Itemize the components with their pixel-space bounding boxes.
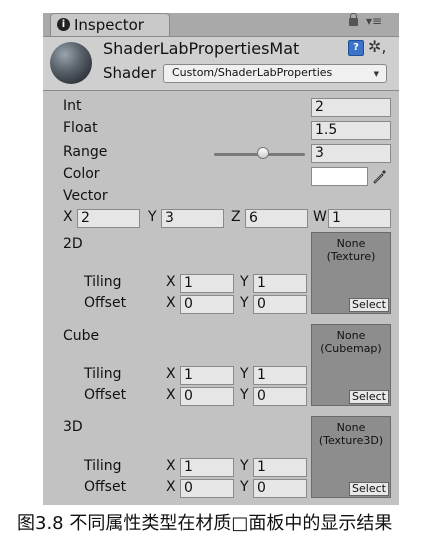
vector-w-field[interactable]: 1 <box>328 209 391 228</box>
texture-3d-tiling-x-field[interactable]: 1 <box>180 458 234 477</box>
vector-z-field[interactable]: 6 <box>245 209 308 228</box>
cube-tiling-x-field[interactable]: 1 <box>180 366 234 385</box>
cube-offset-y-label: Y <box>240 387 249 403</box>
texture-3d-tiling-label: Tiling <box>84 458 122 474</box>
shader-dropdown-value: Custom/ShaderLabProperties <box>172 66 333 79</box>
color-swatch[interactable] <box>311 167 368 186</box>
texture-3d-select-button[interactable]: Select <box>349 482 389 496</box>
material-name: ShaderLabPropertiesMat <box>103 39 300 58</box>
cubemap-slot-line2: (Cubemap) <box>320 342 382 355</box>
shader-label: Shader <box>103 64 157 82</box>
cube-tiling-label: Tiling <box>84 366 122 382</box>
texture-2d-tiling-x-field[interactable]: 1 <box>180 274 234 293</box>
texture-3d-slot-line2: (Texture3D) <box>318 434 384 447</box>
float-field[interactable]: 1.5 <box>311 121 391 140</box>
texture-2d-offset-y-field[interactable]: 0 <box>253 295 307 314</box>
texture-2d-offset-x-field[interactable]: 0 <box>180 295 234 314</box>
cube-offset-y-field[interactable]: 0 <box>253 387 307 406</box>
cube-tiling-y-label: Y <box>240 366 249 382</box>
cube-tiling-y-field[interactable]: 1 <box>253 366 307 385</box>
range-slider-thumb[interactable] <box>257 147 269 159</box>
texture-2d-tiling-x-label: X <box>166 274 176 290</box>
texture-2d-offset-y-label: Y <box>240 295 249 311</box>
tab-inspector[interactable]: i Inspector <box>50 13 170 36</box>
texture-3d-slot[interactable]: None (Texture3D) Select <box>311 416 391 498</box>
texture-2d-slot-line1: None <box>336 237 366 250</box>
cube-label: Cube <box>63 328 100 344</box>
info-icon: i <box>57 18 70 31</box>
texture-2d-label: 2D <box>63 236 83 252</box>
texture-3d-tiling-y-field[interactable]: 1 <box>253 458 307 477</box>
float-label: Float <box>63 120 98 136</box>
material-preview <box>50 42 92 84</box>
texture-2d-select-button[interactable]: Select <box>349 298 389 312</box>
texture-2d-tiling-y-field[interactable]: 1 <box>253 274 307 293</box>
vector-y-label: Y <box>148 209 157 225</box>
tab-label: Inspector <box>74 16 144 34</box>
cube-tiling-x-label: X <box>166 366 176 382</box>
vector-x-field[interactable]: 2 <box>77 209 140 228</box>
color-label: Color <box>63 166 100 182</box>
texture-2d-offset-x-label: X <box>166 295 176 311</box>
vector-x-label: X <box>63 209 73 225</box>
cube-offset-x-field[interactable]: 0 <box>180 387 234 406</box>
cubemap-slot-line1: None <box>336 329 366 342</box>
lock-icon[interactable] <box>349 13 358 26</box>
menu-icon[interactable]: ▾≡ <box>366 14 382 28</box>
texture-3d-label: 3D <box>63 419 83 435</box>
int-label: Int <box>63 98 82 114</box>
chevron-down-icon: ▼ <box>373 70 379 78</box>
texture-2d-slot-line2: (Texture) <box>326 250 376 263</box>
cubemap-slot[interactable]: None (Cubemap) Select <box>311 324 391 406</box>
int-field[interactable]: 2 <box>311 98 391 117</box>
texture-2d-tiling-y-label: Y <box>240 274 249 290</box>
eyedropper-icon[interactable] <box>371 167 389 185</box>
texture-3d-offset-y-label: Y <box>240 479 249 495</box>
figure-caption: 图3.8 不同属性类型在材质□面板中的显示结果 <box>17 513 393 534</box>
vector-label: Vector <box>63 188 108 204</box>
texture-2d-offset-label: Offset <box>84 295 127 311</box>
cubemap-select-button[interactable]: Select <box>349 390 389 404</box>
shader-dropdown[interactable]: Custom/ShaderLabProperties ▼ <box>163 64 387 83</box>
vector-z-label: Z <box>231 209 241 225</box>
texture-3d-offset-x-label: X <box>166 479 176 495</box>
range-field[interactable]: 3 <box>311 144 391 163</box>
texture-3d-tiling-x-label: X <box>166 458 176 474</box>
cube-offset-x-label: X <box>166 387 176 403</box>
texture-2d-slot[interactable]: None (Texture) Select <box>311 232 391 314</box>
vector-w-label: W <box>313 209 327 225</box>
texture-3d-slot-line1: None <box>336 421 366 434</box>
cube-offset-label: Offset <box>84 387 127 403</box>
range-label: Range <box>63 144 108 160</box>
texture-3d-offset-x-field[interactable]: 0 <box>180 479 234 498</box>
texture-3d-offset-label: Offset <box>84 479 127 495</box>
gear-icon[interactable]: ✲, <box>368 37 387 56</box>
help-icon[interactable]: ? <box>348 40 364 56</box>
texture-2d-tiling-label: Tiling <box>84 274 122 290</box>
texture-3d-tiling-y-label: Y <box>240 458 249 474</box>
texture-3d-offset-y-field[interactable]: 0 <box>253 479 307 498</box>
divider <box>43 90 399 91</box>
vector-y-field[interactable]: 3 <box>161 209 224 228</box>
